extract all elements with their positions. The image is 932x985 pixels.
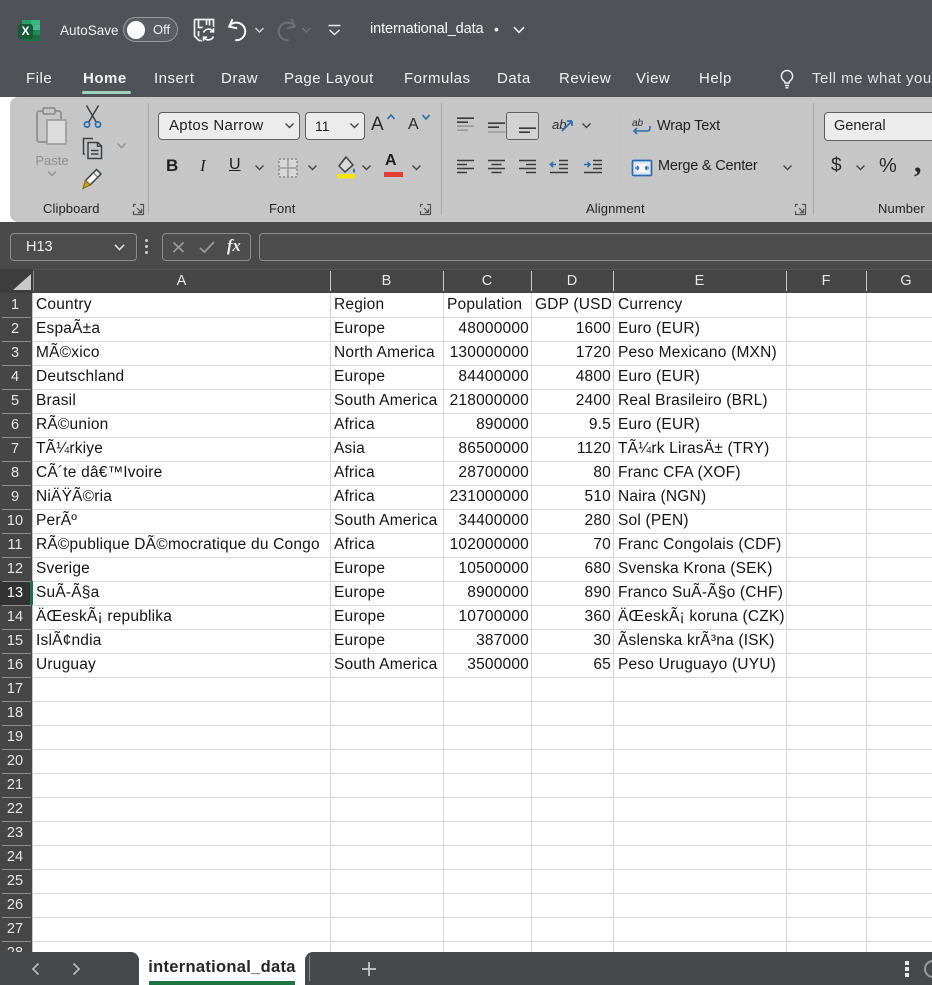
svg-text:ab: ab bbox=[632, 118, 644, 129]
